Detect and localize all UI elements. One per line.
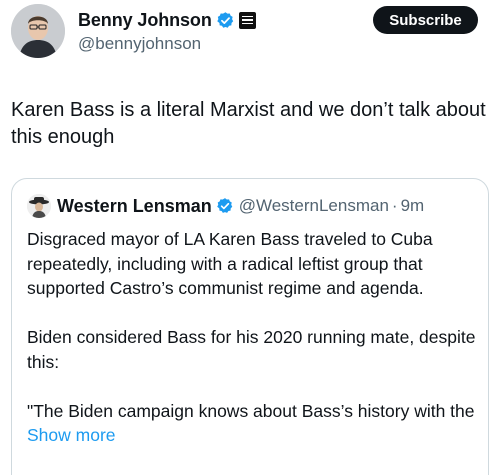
quoted-paragraph: Biden considered Bass for his 2020 runni… (27, 327, 476, 372)
separator-dot: · (391, 196, 398, 215)
tweet-header: Benny Johnson @bennyjohnson Subscribe (0, 0, 500, 80)
quoted-timestamp[interactable]: 9m (401, 196, 425, 216)
cowboy-avatar-icon (27, 194, 51, 218)
verified-badge-icon[interactable] (216, 11, 235, 30)
author-name-row: Benny Johnson (78, 8, 256, 32)
quoted-tweet[interactable]: Western Lensman @WesternLensman · 9m Dis… (11, 178, 489, 475)
subscribe-button[interactable]: Subscribe (373, 6, 478, 34)
author-avatar[interactable] (11, 4, 65, 58)
author-display-name[interactable]: Benny Johnson (78, 10, 212, 31)
avatar-photo-icon (11, 4, 65, 58)
quoted-display-name[interactable]: Western Lensman (57, 196, 212, 217)
affiliate-badge-icon[interactable] (238, 11, 256, 29)
author-handle[interactable]: @bennyjohnson (78, 34, 201, 54)
quoted-handle[interactable]: @WesternLensman (239, 196, 389, 216)
tweet-text: Karen Bass is a literal Marxist and we d… (11, 99, 486, 148)
quoted-tweet-header: Western Lensman @WesternLensman · 9m (27, 193, 424, 219)
quoted-paragraph-text: "The Biden campaign knows about Bass’s h… (27, 400, 475, 421)
quoted-paragraph: Disgraced mayor of LA Karen Bass travele… (27, 229, 433, 298)
quoted-tweet-body: Disgraced mayor of LA Karen Bass travele… (27, 227, 477, 472)
quoted-verified-badge-icon[interactable] (216, 197, 234, 215)
show-more-link[interactable]: Show more (27, 425, 116, 445)
quoted-paragraph-last: "The Biden campaign knows about Bass’s h… (27, 399, 477, 448)
quoted-author-avatar[interactable] (27, 194, 51, 218)
